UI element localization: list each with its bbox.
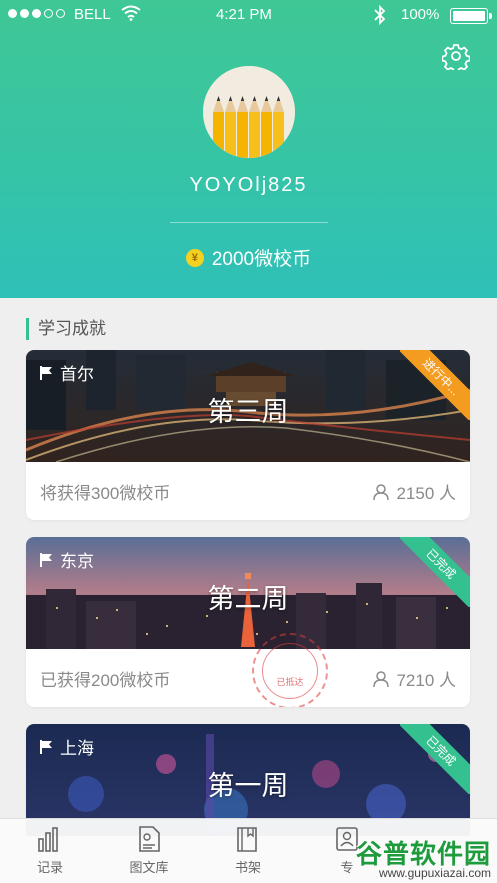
battery-icon — [450, 8, 492, 24]
carrier-label: BELL — [74, 6, 111, 23]
status-badge-label: 已完成 — [400, 537, 470, 607]
watermark-url: www.gupuxiazai.com — [378, 866, 491, 880]
coin-balance: ¥ 2000微校币 — [0, 244, 497, 271]
participant-count: 7210 人 — [372, 666, 456, 691]
battery-percent: 100% — [401, 6, 440, 23]
person-icon — [373, 670, 390, 687]
tab-label: 图文库 — [129, 860, 169, 875]
tab-records[interactable]: 记录 — [10, 825, 90, 876]
section-title: 学习成就 — [26, 318, 106, 340]
achievement-card-tokyo[interactable]: 东京 第二周 已完成 已抵达 已获得200微校币 7210 人 — [26, 537, 470, 707]
book-icon — [237, 827, 257, 852]
site-watermark: 谷普软件园 www.gupuxiazai.com — [352, 832, 497, 883]
flag-icon — [40, 552, 52, 567]
tab-label: 书架 — [234, 860, 261, 875]
tab-label: 记录 — [36, 860, 63, 875]
status-badge: 已完成 — [400, 537, 470, 607]
participant-count-text: 7210 人 — [396, 671, 456, 690]
status-badge: 已完成 — [400, 724, 470, 794]
tab-library[interactable]: 图文库 — [109, 825, 189, 876]
arrived-stamp: 已抵达 — [252, 633, 328, 707]
tab-bookshelf[interactable]: 书架 — [208, 825, 288, 876]
reward-text: 已获得200微校币 — [40, 671, 171, 690]
flag-icon — [40, 365, 52, 380]
bar-chart-icon — [38, 827, 58, 852]
status-time: 4:21 PM — [216, 6, 272, 23]
signal-icon — [8, 9, 65, 18]
city-label: 上海 — [38, 734, 94, 759]
document-icon — [139, 826, 160, 852]
username: YOYOlj825 — [189, 174, 308, 196]
status-badge: 进行中... — [400, 350, 470, 420]
pencils-image — [203, 66, 295, 158]
header-divider — [170, 222, 328, 223]
flag-icon — [40, 739, 52, 754]
participant-count-text: 2150 人 — [396, 484, 456, 503]
achievement-card-seoul[interactable]: 首尔 第三周 进行中... 将获得300微校币 2150 人 — [26, 350, 470, 520]
status-bar: BELL 4:21 PM 100% — [0, 0, 497, 30]
city-label: 首尔 — [38, 360, 94, 385]
reward-text: 将获得300微校币 — [40, 484, 171, 503]
city-name: 首尔 — [60, 365, 94, 384]
profile-header: BELL 4:21 PM 100% YOYOlj825 ¥ 2000微校币 — [0, 0, 497, 298]
city-name: 上海 — [60, 739, 94, 758]
avatar[interactable] — [203, 66, 295, 158]
wifi-icon — [121, 5, 141, 21]
gear-icon[interactable] — [442, 42, 470, 70]
coin-amount: 2000微校币 — [211, 249, 312, 270]
city-label: 东京 — [38, 547, 94, 572]
person-icon — [373, 483, 390, 500]
city-name: 东京 — [60, 552, 94, 571]
status-badge-label: 进行中... — [400, 350, 470, 420]
participant-count: 2150 人 — [372, 479, 456, 504]
status-badge-label: 已完成 — [400, 724, 470, 794]
stamp-label: 已抵达 — [276, 677, 304, 687]
bluetooth-icon — [374, 5, 386, 25]
coin-icon: ¥ — [185, 248, 204, 267]
